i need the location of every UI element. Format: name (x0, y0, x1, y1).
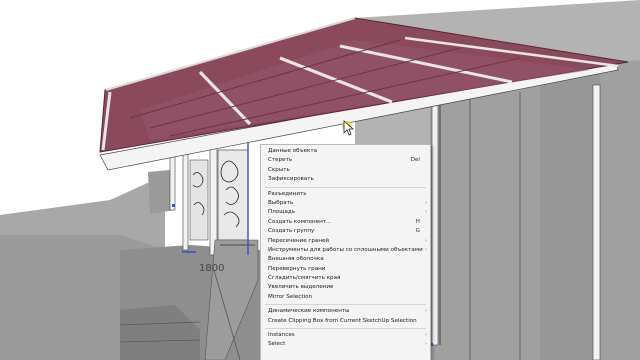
menu-item[interactable]: Mirror Selection (261, 293, 430, 302)
menu-item-label: Зафиксировать (268, 176, 314, 183)
menu-item[interactable]: Пересечение граней › (261, 237, 430, 246)
menu-item[interactable]: Данные объекта (261, 147, 430, 156)
menu-item-label: Скрыть (268, 166, 290, 173)
menu-item[interactable]: Скрыть (261, 166, 430, 175)
submenu-arrow-icon: › (425, 308, 427, 315)
menu-item[interactable]: Площадь › (261, 208, 430, 217)
menu-item[interactable]: Create Clipping Box from Current SketchU… (261, 317, 430, 326)
post (209, 144, 218, 256)
menu-item-label: Create Clipping Box from Current SketchU… (268, 317, 417, 324)
context-menu: Данные объекта Стереть Del Скрыть Зафиксиров… (260, 144, 431, 360)
menu-separator (265, 304, 426, 306)
menu-item[interactable]: Стереть Del (261, 156, 430, 165)
menu-item-label: Пересечение граней (268, 237, 330, 244)
submenu-arrow-icon: › (425, 332, 427, 339)
post (431, 104, 439, 346)
submenu-arrow-icon: › (425, 199, 427, 206)
menu-item-label: Создать компонент... (268, 218, 332, 225)
menu-item[interactable]: Динамические компоненты › (261, 307, 430, 316)
selection-grip (172, 204, 175, 207)
railing-panel (189, 159, 209, 241)
submenu-arrow-icon: › (425, 237, 427, 244)
post (592, 84, 601, 360)
menu-item[interactable]: Сгладить/смягчить края (261, 274, 430, 283)
menu-item-label: Сгладить/смягчить края (268, 275, 341, 282)
menu-item-shortcut: Del (410, 157, 420, 164)
menu-item-label: Разъединить (268, 190, 307, 197)
menu-item-label: Увеличить выделение (268, 284, 334, 291)
menu-item[interactable]: Выбрать › (261, 199, 430, 208)
menu-item-label: Площадь (268, 209, 296, 216)
menu-item-label: Данные объекта (268, 148, 318, 154)
cursor-icon (342, 120, 355, 136)
submenu-arrow-icon: › (425, 246, 427, 253)
menu-item[interactable]: Instances › (261, 331, 430, 340)
menu-item-label: Instances (268, 332, 295, 339)
submenu-arrow-icon: › (425, 209, 427, 216)
menu-item[interactable]: Зафиксировать (261, 175, 430, 184)
right-wall-panel (540, 62, 600, 360)
dimension-label: 1800 (199, 263, 225, 274)
menu-item-label: Создать группу (268, 228, 315, 235)
menu-item-label: Стереть (268, 157, 293, 164)
menu-item-label: Перевернуть грани (268, 265, 326, 272)
menu-item[interactable]: Select › (261, 340, 430, 349)
right-wall-front (430, 60, 640, 360)
menu-item-label: Select (268, 341, 286, 348)
menu-item[interactable]: Разъединить (261, 190, 430, 199)
menu-item[interactable]: Внешняя оболочка (261, 255, 430, 264)
menu-item[interactable]: Создать компонент... H (261, 218, 430, 227)
menu-item-label: Выбрать (268, 199, 294, 206)
menu-item-shortcut: H (415, 218, 420, 225)
menu-item-shortcut: G (415, 228, 420, 235)
post (182, 149, 189, 251)
menu-item-label: Динамические компоненты (268, 308, 350, 315)
menu-item[interactable]: Инструменты для работы со сплошными объе… (261, 246, 430, 255)
menu-item-label: Mirror Selection (268, 293, 313, 300)
menu-item[interactable]: Перевернуть грани (261, 265, 430, 274)
submenu-arrow-icon: › (425, 341, 427, 348)
post (169, 154, 176, 211)
menu-item-label: Инструменты для работы со сплошными объе… (268, 246, 423, 253)
menu-separator (265, 186, 426, 188)
menu-item[interactable]: Увеличить выделение (261, 283, 430, 292)
menu-item-label: Внешняя оболочка (268, 256, 324, 263)
menu-item[interactable]: Создать группу G (261, 227, 430, 236)
menu-separator (265, 328, 426, 330)
railing-panel (217, 149, 249, 241)
model-viewport[interactable]: 1800 Данные объекта Стереть Del Скрыть Зафик… (0, 0, 640, 360)
